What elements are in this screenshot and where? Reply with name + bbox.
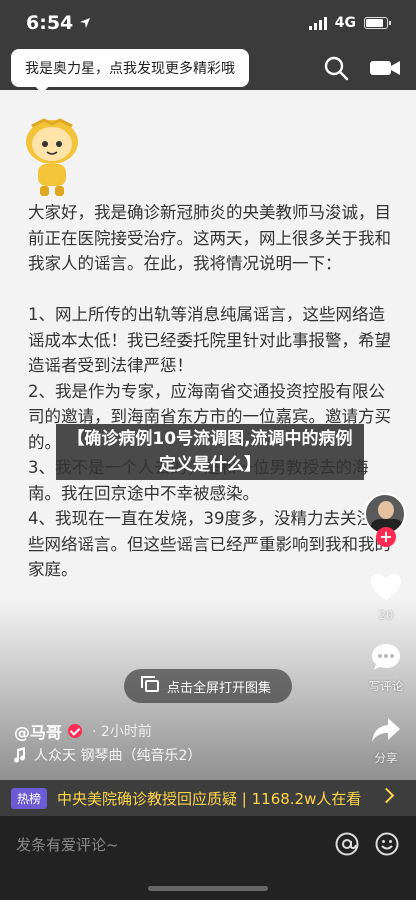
location-arrow-icon: [80, 18, 91, 28]
camera-icon[interactable]: [368, 56, 402, 80]
post-caption: 【确诊病例10号流调图,流调中的病例定义是什么】: [56, 424, 364, 480]
at-mention-icon[interactable]: [334, 831, 360, 857]
music-title: 人众天 钢琴曲（纯音乐2）: [34, 748, 202, 764]
search-icon[interactable]: [322, 54, 350, 82]
emoji-icon[interactable]: [374, 831, 400, 857]
follow-plus-icon[interactable]: +: [376, 527, 396, 547]
tooltip-bubble[interactable]: 我是奥力星，点我发现更多精彩哦: [11, 49, 249, 94]
verified-badge-icon: [68, 724, 83, 738]
open-gallery-button[interactable]: 点击全屏打开图集: [124, 669, 292, 703]
gallery-icon: [140, 676, 159, 692]
comment-bubble-icon[interactable]: [370, 642, 402, 672]
status-indicators: 4G: [308, 15, 391, 31]
hot-topic-text: 中央美院确诊教授回应质疑 | 1168.2w人在看: [57, 789, 362, 808]
hot-badge: 热榜: [11, 787, 48, 809]
share-button[interactable]: 分享: [362, 716, 410, 766]
share-arrow-icon[interactable]: [370, 716, 402, 744]
chevron-right-icon: [378, 787, 395, 804]
music-info[interactable]: 人众天 钢琴曲（纯音乐2）: [12, 745, 201, 765]
home-indicator: [0, 876, 416, 900]
author-info[interactable]: @马哥 · 2小时前: [14, 719, 152, 743]
heart-icon[interactable]: [369, 572, 403, 602]
like-button[interactable]: 20: [362, 572, 410, 622]
post-body-text: 大家好，我是确诊新冠肺炎的央美教师马浚诚，目前正在医院接受治疗。这两天，网上很多…: [28, 203, 391, 579]
battery-icon: [364, 17, 391, 29]
post-time: · 2小时前: [92, 724, 152, 740]
comment-input[interactable]: 发条有爱评论~: [16, 834, 119, 855]
clock-text: 6:54: [26, 12, 74, 34]
share-label: 分享: [374, 751, 398, 765]
signal-icon: [308, 16, 327, 30]
author-name[interactable]: @马哥: [14, 719, 62, 743]
comment-bar: 发条有爱评论~: [0, 816, 416, 876]
status-time: 6:54: [26, 12, 91, 34]
like-count: 20: [378, 608, 394, 622]
music-note-icon: [14, 747, 26, 763]
comment-label: 写评论: [368, 679, 404, 693]
comment-button[interactable]: 写评论: [362, 642, 410, 694]
tooltip-text: 我是奥力星，点我发现更多精彩哦: [25, 61, 235, 77]
mascot-illustration: [26, 118, 78, 196]
status-bar: 6:54 4G: [0, 0, 416, 46]
top-bar: 我是奥力星，点我发现更多精彩哦: [0, 46, 416, 94]
network-type: 4G: [334, 15, 356, 31]
hot-topic-banner[interactable]: 热榜 中央美院确诊教授回应质疑 | 1168.2w人在看: [0, 780, 416, 816]
author-avatar-button[interactable]: +: [364, 493, 408, 549]
open-gallery-label: 点击全屏打开图集: [166, 680, 271, 696]
